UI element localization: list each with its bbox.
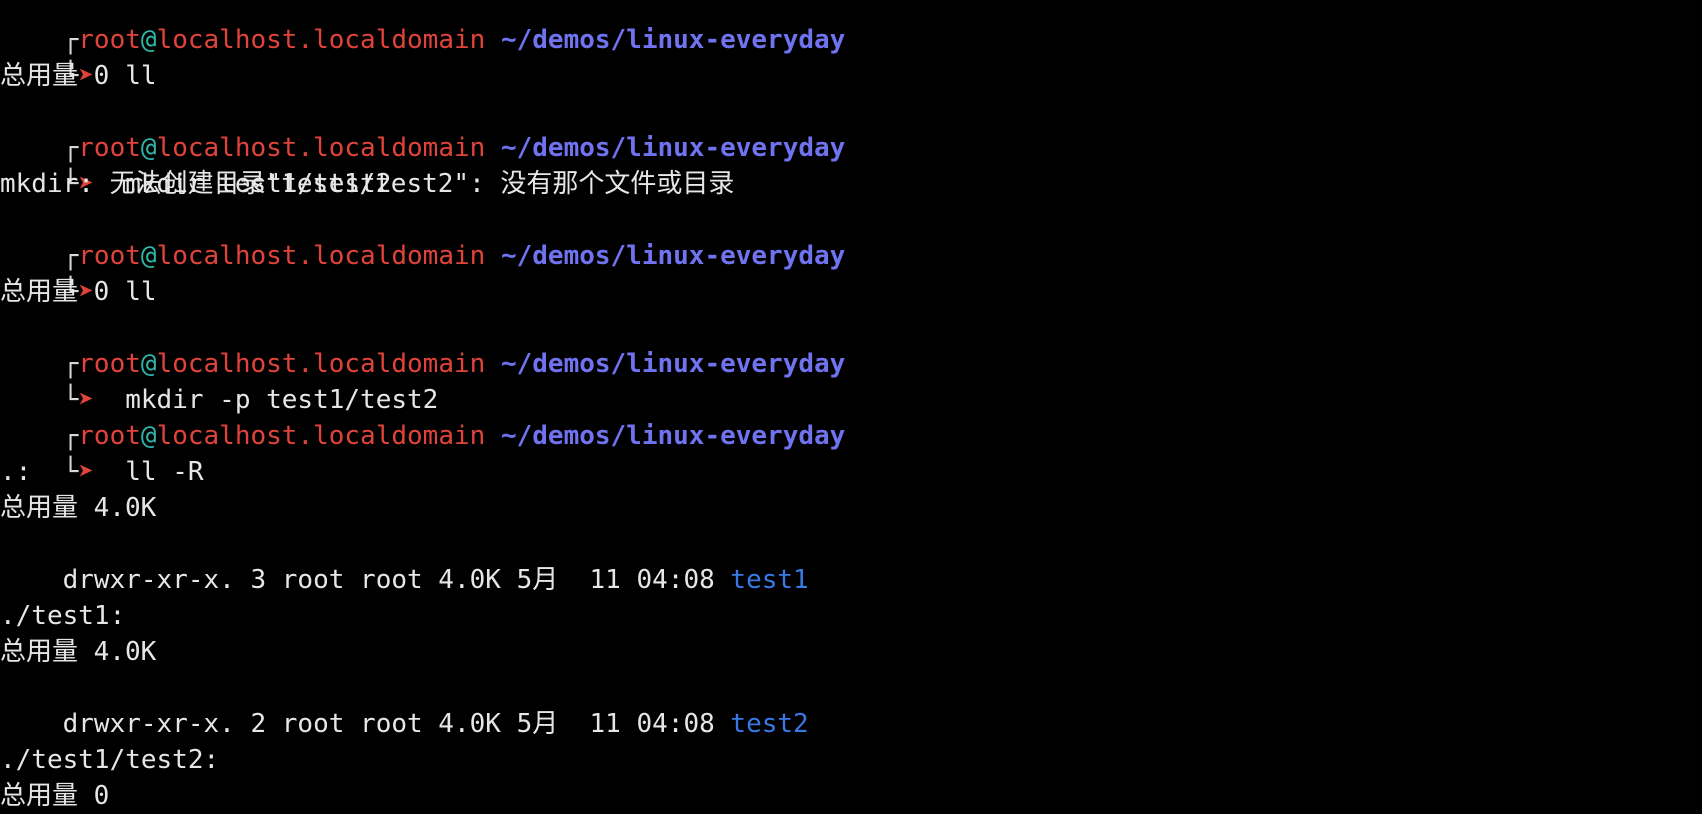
command-line: └➤ mkdir -p test1/test2 (0, 346, 1702, 415)
command-line: └➤ ll -R (0, 418, 1702, 487)
terminal-window[interactable]: ┌root@localhost.localdomain ~/demos/linu… (0, 0, 1702, 814)
command-line: └➤ mkdir test1/test2 (0, 130, 1702, 199)
prompt-line: ┌root@localhost.localdomain ~/demos/linu… (0, 94, 1702, 163)
output-line: 总用量 0 (0, 61, 110, 91)
prompt-line: ┌root@localhost.localdomain ~/demos/linu… (0, 202, 1702, 271)
output-line: 总用量 0 (0, 277, 110, 307)
listing-row: drwxr-xr-x. 2 root root 4.0K 5月 11 04:08… (0, 670, 1702, 739)
command-line: └➤ ll (0, 238, 1702, 307)
prompt-line: ┌root@localhost.localdomain ~/demos/linu… (0, 310, 1702, 379)
directory-header: ./test1/test2: (0, 745, 220, 775)
directory-header: .: (0, 457, 32, 487)
prompt-line: ┌root@localhost.localdomain ~/demos/linu… (0, 0, 1702, 55)
listing-row: drwxr-xr-x. 3 root root 4.0K 5月 11 04:08… (0, 526, 1702, 595)
output-line: 总用量 4.0K (0, 493, 157, 523)
output-line: 总用量 4.0K (0, 637, 157, 667)
directory-header: ./test1: (0, 601, 126, 631)
output-line: 总用量 0 (0, 781, 110, 811)
prompt-line: ┌root@localhost.localdomain ~/demos/linu… (0, 382, 1702, 451)
error-output-line: mkdir: 无法创建目录"test1/test2": 没有那个文件或目录 (0, 169, 735, 199)
command-line: └➤ ll (0, 22, 1702, 91)
